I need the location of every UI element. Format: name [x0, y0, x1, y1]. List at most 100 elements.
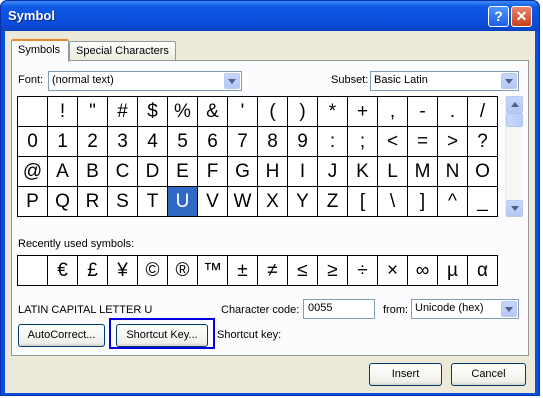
symbol-cell[interactable]: /: [468, 97, 498, 127]
font-dropdown[interactable]: (normal text): [48, 71, 242, 91]
symbol-cell[interactable]: P: [18, 187, 48, 217]
symbol-cell[interactable]: H: [258, 157, 288, 187]
symbol-cell[interactable]: (: [258, 97, 288, 127]
symbol-cell[interactable]: 6: [198, 127, 228, 157]
from-dropdown[interactable]: Unicode (hex): [411, 299, 519, 319]
symbol-cell[interactable]: U: [168, 187, 198, 217]
recent-symbol-cell[interactable]: [18, 256, 48, 286]
symbol-cell[interactable]: ?: [468, 127, 498, 157]
chevron-down-icon[interactable]: [501, 73, 517, 89]
symbol-cell[interactable]: C: [108, 157, 138, 187]
recent-symbol-cell[interactable]: €: [48, 256, 78, 286]
recent-symbol-cell[interactable]: ±: [228, 256, 258, 286]
symbol-cell[interactable]: 0: [18, 127, 48, 157]
symbol-cell[interactable]: 3: [108, 127, 138, 157]
close-button[interactable]: ✕: [511, 6, 532, 27]
symbol-cell[interactable]: %: [168, 97, 198, 127]
symbol-cell[interactable]: \: [378, 187, 408, 217]
title-bar[interactable]: Symbol ? ✕: [1, 1, 539, 31]
recent-symbol-cell[interactable]: ∞: [408, 256, 438, 286]
symbol-cell[interactable]: A: [48, 157, 78, 187]
symbol-cell[interactable]: 5: [168, 127, 198, 157]
symbol-cell[interactable]: G: [228, 157, 258, 187]
symbol-cell[interactable]: L: [378, 157, 408, 187]
cancel-button[interactable]: Cancel: [451, 363, 526, 386]
symbol-cell[interactable]: K: [348, 157, 378, 187]
recent-symbol-cell[interactable]: ÷: [348, 256, 378, 286]
symbol-cell[interactable]: =: [408, 127, 438, 157]
recently-used-grid[interactable]: € £ ¥ © ® ™ ± ≠ ≤ ≥ ÷ × ∞ µ α: [17, 255, 498, 286]
subset-dropdown[interactable]: Basic Latin: [370, 71, 519, 91]
symbol-cell[interactable]: W: [228, 187, 258, 217]
symbol-cell[interactable]: Y: [288, 187, 318, 217]
character-code-input[interactable]: 0055: [303, 299, 375, 319]
tab-special-characters[interactable]: Special Characters: [69, 41, 176, 61]
symbol-cell[interactable]: @: [18, 157, 48, 187]
symbol-cell[interactable]: V: [198, 187, 228, 217]
recent-symbol-cell[interactable]: µ: [438, 256, 468, 286]
symbol-cell[interactable]: ;: [348, 127, 378, 157]
symbol-cell[interactable]: S: [108, 187, 138, 217]
symbol-cell[interactable]: >: [438, 127, 468, 157]
recent-symbol-cell[interactable]: ™: [198, 256, 228, 286]
symbol-cell[interactable]: 7: [228, 127, 258, 157]
symbol-cell[interactable]: $: [138, 97, 168, 127]
autocorrect-button[interactable]: AutoCorrect...: [18, 324, 105, 347]
symbol-cell[interactable]: [: [348, 187, 378, 217]
symbol-cell[interactable]: 2: [78, 127, 108, 157]
scroll-up-icon[interactable]: [506, 96, 523, 113]
symbol-cell[interactable]: &: [198, 97, 228, 127]
symbol-cell[interactable]: _: [468, 187, 498, 217]
tab-symbols[interactable]: Symbols: [11, 39, 69, 62]
symbol-cell[interactable]: 9: [288, 127, 318, 157]
symbol-cell[interactable]: O: [468, 157, 498, 187]
symbol-cell[interactable]: 8: [258, 127, 288, 157]
symbol-cell[interactable]: #: [108, 97, 138, 127]
symbol-grid[interactable]: ! " # $% & '() * +, -./ 0 1 2 3 4 5 6 7 8 9:; < = >? @ A B C D E F G H…: [17, 96, 498, 217]
symbol-cell[interactable]: 4: [138, 127, 168, 157]
symbol-cell[interactable]: B: [78, 157, 108, 187]
chevron-down-icon[interactable]: [501, 301, 517, 317]
chevron-down-icon[interactable]: [224, 73, 240, 89]
symbol-cell[interactable]: D: [138, 157, 168, 187]
recent-symbol-cell[interactable]: ©: [138, 256, 168, 286]
symbol-cell[interactable]: :: [318, 127, 348, 157]
symbol-cell[interactable]: *: [318, 97, 348, 127]
symbol-cell[interactable]: 1: [48, 127, 78, 157]
symbol-cell[interactable]: T: [138, 187, 168, 217]
symbol-cell[interactable]: +: [348, 97, 378, 127]
symbol-cell[interactable]: ': [228, 97, 258, 127]
symbol-cell[interactable]: J: [318, 157, 348, 187]
symbol-cell[interactable]: Q: [48, 187, 78, 217]
symbol-cell[interactable]: ): [288, 97, 318, 127]
symbol-cell[interactable]: !: [48, 97, 78, 127]
recent-symbol-cell[interactable]: ¥: [108, 256, 138, 286]
symbol-cell[interactable]: F: [198, 157, 228, 187]
symbol-cell[interactable]: ": [78, 97, 108, 127]
recent-symbol-cell[interactable]: ≠: [258, 256, 288, 286]
symbol-grid-scrollbar[interactable]: [505, 96, 523, 217]
insert-button[interactable]: Insert: [369, 363, 442, 386]
recent-symbol-cell[interactable]: α: [468, 256, 498, 286]
recent-symbol-cell[interactable]: ®: [168, 256, 198, 286]
scroll-thumb[interactable]: [506, 113, 523, 127]
recent-symbol-cell[interactable]: £: [78, 256, 108, 286]
symbol-cell[interactable]: ]: [408, 187, 438, 217]
help-button[interactable]: ?: [488, 6, 509, 27]
symbol-cell[interactable]: Z: [318, 187, 348, 217]
recent-symbol-cell[interactable]: ×: [378, 256, 408, 286]
symbol-cell[interactable]: N: [438, 157, 468, 187]
symbol-cell[interactable]: .: [438, 97, 468, 127]
symbol-cell[interactable]: R: [78, 187, 108, 217]
symbol-cell[interactable]: X: [258, 187, 288, 217]
symbol-cell[interactable]: E: [168, 157, 198, 187]
symbol-cell[interactable]: ,: [378, 97, 408, 127]
symbol-cell[interactable]: <: [378, 127, 408, 157]
symbol-cell[interactable]: [18, 97, 48, 127]
recent-symbol-cell[interactable]: ≥: [318, 256, 348, 286]
symbol-cell[interactable]: M: [408, 157, 438, 187]
scroll-down-icon[interactable]: [506, 200, 523, 217]
symbol-cell[interactable]: -: [408, 97, 438, 127]
recent-symbol-cell[interactable]: ≤: [288, 256, 318, 286]
symbol-cell[interactable]: ^: [438, 187, 468, 217]
